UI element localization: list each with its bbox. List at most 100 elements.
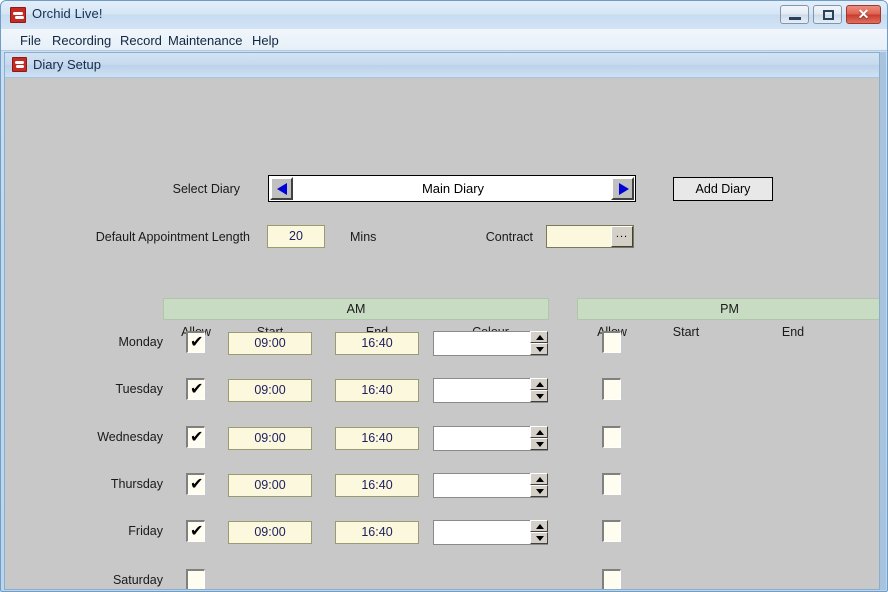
am-allow-checkbox-monday[interactable]: ✔ — [186, 331, 205, 353]
spinner-down-button[interactable] — [530, 390, 548, 402]
menu-item-maintenance[interactable]: Maintenance — [163, 32, 247, 49]
am-end-input-tuesday[interactable]: 16:40 — [335, 379, 419, 402]
am-colour-picker-tuesday[interactable] — [433, 378, 548, 403]
am-end-input-friday[interactable]: 16:40 — [335, 521, 419, 544]
am-colour-picker-friday[interactable] — [433, 520, 548, 545]
contract-input[interactable]: ... — [546, 225, 634, 248]
spinner-down-button[interactable] — [530, 343, 548, 355]
chevron-up-icon — [536, 430, 544, 435]
mdi-client-area: Diary Setup Select Diary Main Diary Add … — [4, 52, 886, 590]
pm-allow-checkbox-saturday[interactable] — [602, 569, 621, 589]
pm-section-header: PM — [577, 298, 879, 320]
colour-spinner — [530, 331, 548, 356]
check-icon: ✔ — [190, 379, 204, 398]
day-label-tuesday: Tuesday — [115, 382, 163, 396]
pm-column-end: End — [781, 325, 805, 339]
am-end-input-wednesday[interactable]: 16:40 — [335, 427, 419, 450]
am-start-input-wednesday[interactable]: 09:00 — [228, 427, 312, 450]
colour-spinner — [530, 473, 548, 498]
pm-allow-checkbox-friday[interactable] — [602, 520, 621, 542]
menu-bar: File Recording Record Maintenance Help — [1, 29, 887, 51]
minimize-button[interactable] — [780, 5, 809, 24]
minimize-icon — [789, 17, 801, 20]
menu-item-recording[interactable]: Recording — [47, 32, 116, 49]
diary-setup-form: Select Diary Main Diary Add Diary Defaul… — [5, 78, 879, 589]
day-label-friday: Friday — [128, 524, 163, 538]
default-appointment-length-label: Default Appointment Length — [95, 230, 250, 244]
spinner-up-button[interactable] — [530, 378, 548, 390]
am-allow-checkbox-tuesday[interactable]: ✔ — [186, 378, 205, 400]
previous-diary-button[interactable] — [270, 177, 293, 200]
spinner-down-button[interactable] — [530, 485, 548, 497]
am-allow-checkbox-wednesday[interactable]: ✔ — [186, 426, 205, 448]
day-label-wednesday: Wednesday — [97, 430, 163, 444]
am-colour-picker-wednesday[interactable] — [433, 426, 548, 451]
chevron-down-icon — [536, 489, 544, 494]
am-allow-checkbox-saturday[interactable] — [186, 569, 205, 589]
right-triangle-icon — [619, 183, 629, 195]
chevron-down-icon — [536, 347, 544, 352]
menu-item-help[interactable]: Help — [247, 32, 284, 49]
mins-label: Mins — [350, 230, 377, 244]
check-icon: ✔ — [190, 521, 204, 540]
chevron-up-icon — [536, 524, 544, 529]
pm-column-start: Start — [672, 325, 700, 339]
colour-spinner — [530, 426, 548, 451]
check-icon: ✔ — [190, 332, 204, 351]
form-icon — [12, 57, 27, 72]
contract-browse-button[interactable]: ... — [611, 226, 633, 247]
spinner-down-button[interactable] — [530, 532, 548, 544]
chevron-down-icon — [536, 394, 544, 399]
day-label-saturday: Saturday — [112, 573, 163, 587]
chevron-up-icon — [536, 335, 544, 340]
maximize-icon — [823, 10, 834, 20]
next-diary-button[interactable] — [611, 177, 634, 200]
am-start-input-friday[interactable]: 09:00 — [228, 521, 312, 544]
check-icon: ✔ — [190, 474, 204, 493]
maximize-button[interactable] — [813, 5, 842, 24]
am-start-input-thursday[interactable]: 09:00 — [228, 474, 312, 497]
spinner-up-button[interactable] — [530, 473, 548, 485]
pm-allow-checkbox-monday[interactable] — [602, 331, 621, 353]
close-button[interactable]: ✕ — [846, 5, 881, 24]
add-diary-button[interactable]: Add Diary — [673, 177, 773, 201]
app-icon — [10, 7, 26, 23]
am-start-input-monday[interactable]: 09:00 — [228, 332, 312, 355]
selected-diary-name[interactable]: Main Diary — [295, 176, 611, 201]
window-title: Orchid Live! — [32, 6, 103, 21]
contract-label: Contract — [485, 230, 533, 244]
spinner-down-button[interactable] — [530, 438, 548, 450]
am-colour-picker-thursday[interactable] — [433, 473, 548, 498]
am-end-input-thursday[interactable]: 16:40 — [335, 474, 419, 497]
default-appointment-length-input[interactable]: 20 — [267, 225, 325, 248]
day-label-monday: Monday — [118, 335, 163, 349]
check-icon: ✔ — [190, 427, 204, 446]
colour-spinner — [530, 520, 548, 545]
colour-spinner — [530, 378, 548, 403]
am-section-header: AM — [163, 298, 549, 320]
close-icon: ✕ — [857, 6, 870, 22]
menu-item-file[interactable]: File — [15, 32, 46, 49]
menu-item-record[interactable]: Record — [115, 32, 167, 49]
pm-allow-checkbox-thursday[interactable] — [602, 473, 621, 495]
diary-setup-title: Diary Setup — [33, 57, 101, 72]
am-end-input-monday[interactable]: 16:40 — [335, 332, 419, 355]
chevron-up-icon — [536, 477, 544, 482]
spinner-up-button[interactable] — [530, 520, 548, 532]
spinner-up-button[interactable] — [530, 331, 548, 343]
window-title-bar: Orchid Live! ✕ — [1, 1, 887, 29]
diary-setup-window: Diary Setup Select Diary Main Diary Add … — [4, 52, 880, 590]
chevron-down-icon — [536, 442, 544, 447]
pm-allow-checkbox-wednesday[interactable] — [602, 426, 621, 448]
chevron-down-icon — [536, 536, 544, 541]
pm-allow-checkbox-tuesday[interactable] — [602, 378, 621, 400]
chevron-up-icon — [536, 382, 544, 387]
am-colour-picker-monday[interactable] — [433, 331, 548, 356]
am-allow-checkbox-friday[interactable]: ✔ — [186, 520, 205, 542]
spinner-up-button[interactable] — [530, 426, 548, 438]
am-allow-checkbox-thursday[interactable]: ✔ — [186, 473, 205, 495]
left-triangle-icon — [277, 183, 287, 195]
diary-selector: Main Diary — [268, 175, 636, 202]
am-start-input-tuesday[interactable]: 09:00 — [228, 379, 312, 402]
application-window: Orchid Live! ✕ File Recording Record Mai… — [0, 0, 888, 592]
